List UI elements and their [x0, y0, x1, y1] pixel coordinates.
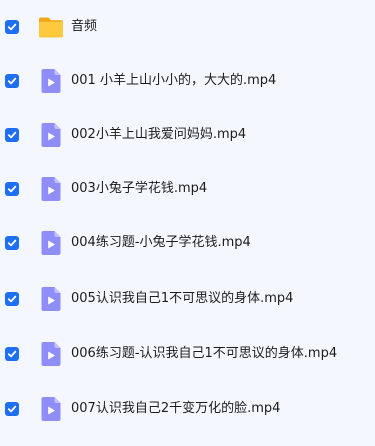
file-name: 005认识我自己1不可思议的身体.mp4: [71, 291, 294, 306]
checkbox-checked[interactable]: [5, 347, 19, 361]
list-item-video[interactable]: 004练习题-小兔子学花钱.mp4: [0, 216, 375, 270]
list-item-video[interactable]: 003小兔子学花钱.mp4: [0, 162, 375, 216]
file-list: 音频 001 小羊上山小小的，大大的.mp4 002小羊上山我爱问妈妈.mp4: [0, 0, 375, 446]
list-item-video[interactable]: 001 小羊上山小小的，大大的.mp4: [0, 54, 375, 108]
check-icon: [7, 239, 17, 247]
file-name: 001 小羊上山小小的，大大的.mp4: [71, 73, 277, 88]
file-name: 003小兔子学花钱.mp4: [71, 181, 208, 196]
list-item-video[interactable]: 007认识我自己2千变万化的脸.mp4: [0, 382, 375, 436]
video-file-icon: [37, 175, 65, 203]
video-file-icon: [37, 67, 65, 95]
video-file-icon: [37, 395, 65, 423]
file-name: 006练习题-认识我自己1不可思议的身体.mp4: [71, 346, 338, 361]
file-name: 007认识我自己2千变万化的脸.mp4: [71, 401, 281, 416]
check-icon: [7, 23, 17, 31]
check-icon: [7, 185, 17, 193]
check-icon: [7, 405, 17, 413]
video-file-icon: [37, 229, 65, 257]
file-name: 004练习题-小兔子学花钱.mp4: [71, 235, 251, 250]
check-icon: [7, 77, 17, 85]
checkbox-checked[interactable]: [5, 402, 19, 416]
list-item-video[interactable]: 006练习题-认识我自己1不可思议的身体.mp4: [0, 327, 375, 381]
video-file-icon: [37, 340, 65, 368]
video-file-icon: [37, 285, 65, 313]
list-item-video[interactable]: 002小羊上山我爱问妈妈.mp4: [0, 108, 375, 162]
folder-icon: [37, 13, 65, 41]
check-icon: [7, 350, 17, 358]
video-file-icon: [37, 121, 65, 149]
list-item-folder[interactable]: 音频: [0, 0, 375, 54]
checkbox-checked[interactable]: [5, 20, 19, 34]
folder-name: 音频: [71, 19, 98, 34]
checkbox-checked[interactable]: [5, 182, 19, 196]
checkbox-checked[interactable]: [5, 292, 19, 306]
check-icon: [7, 295, 17, 303]
file-name: 002小羊上山我爱问妈妈.mp4: [71, 127, 247, 142]
checkbox-checked[interactable]: [5, 128, 19, 142]
check-icon: [7, 131, 17, 139]
checkbox-checked[interactable]: [5, 236, 19, 250]
list-item-video[interactable]: 005认识我自己1不可思议的身体.mp4: [0, 272, 375, 326]
checkbox-checked[interactable]: [5, 74, 19, 88]
